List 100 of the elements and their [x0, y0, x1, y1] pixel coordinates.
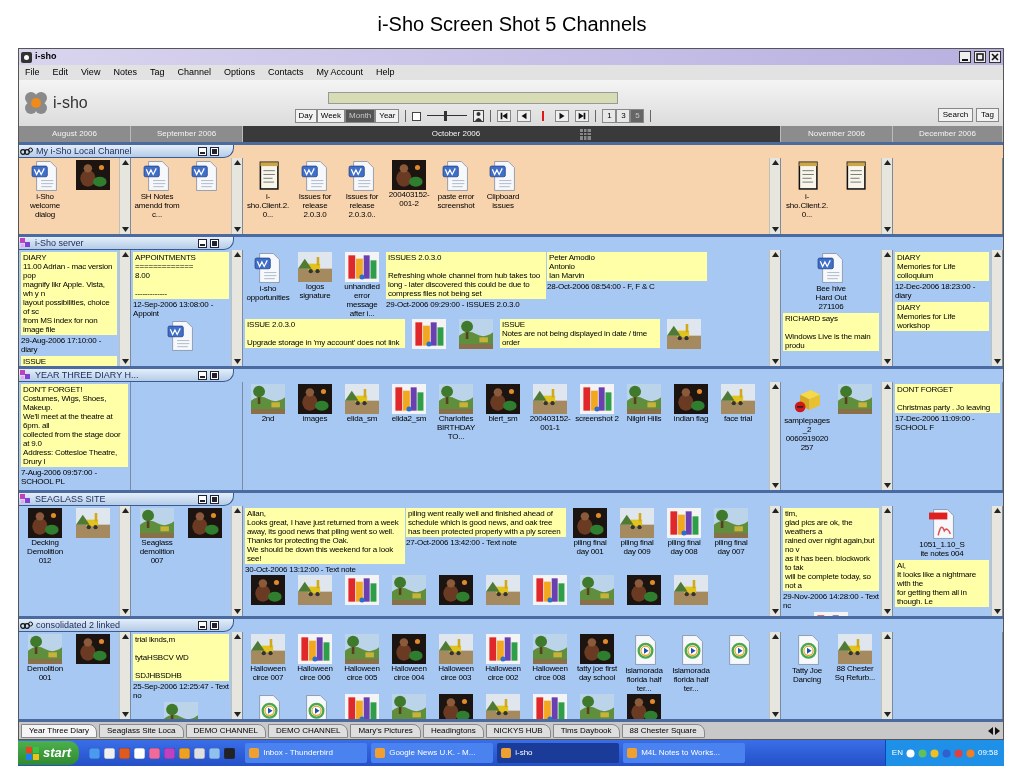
- toolbar-button[interactable]: Tag: [976, 108, 999, 122]
- minimize-icon[interactable]: [198, 146, 207, 156]
- scroll-up-icon[interactable]: [883, 634, 891, 639]
- scroll-down-icon[interactable]: [233, 227, 241, 232]
- scroll-down-icon[interactable]: [121, 227, 129, 232]
- scroll-up-icon[interactable]: [883, 508, 891, 513]
- scroll-bar[interactable]: [881, 506, 892, 616]
- item-label[interactable]: 1051_1.10_Site notes 004: [919, 540, 965, 558]
- note-text[interactable]: Peter Amodio Antonio Ian Marvin: [547, 252, 707, 281]
- note-text[interactable]: DIARY Memories for Life colloquium: [895, 252, 989, 281]
- view-tab[interactable]: Week: [316, 109, 346, 123]
- item-label[interactable]: Islamorada florida half ter...: [621, 666, 667, 693]
- previous-icon[interactable]: [517, 110, 532, 122]
- scroll-up-icon[interactable]: [233, 252, 241, 257]
- menu-item[interactable]: File: [25, 65, 40, 80]
- scroll-up-icon[interactable]: [771, 508, 779, 513]
- item-label[interactable]: Nilgiri Hills: [621, 414, 667, 423]
- menu-item[interactable]: Options: [223, 65, 255, 80]
- scroll-bar[interactable]: [769, 632, 780, 719]
- item-label[interactable]: Decking Demolition 012: [22, 538, 68, 565]
- scroll-bar[interactable]: [119, 158, 130, 234]
- scroll-bar[interactable]: [881, 250, 892, 366]
- scroll-down-icon[interactable]: [993, 359, 1001, 364]
- menu-item[interactable]: My Account: [316, 65, 364, 80]
- item-label[interactable]: piling final day 001: [567, 538, 613, 556]
- scroll-bar[interactable]: [769, 506, 780, 616]
- channel-header[interactable]: consolidated 2 linked: [19, 619, 234, 632]
- item-label[interactable]: Halloween circe 005: [339, 664, 385, 682]
- restore-icon[interactable]: [210, 620, 219, 630]
- close-icon[interactable]: [989, 51, 1001, 63]
- item-label[interactable]: i-sho opportunities: [245, 284, 291, 302]
- item-label[interactable]: screenshot 2: [574, 414, 620, 423]
- restore-icon[interactable]: [210, 146, 219, 156]
- scroll-down-icon[interactable]: [121, 712, 129, 717]
- item-label[interactable]: i-sho.Client.2.0...: [245, 192, 291, 219]
- scroll-up-icon[interactable]: [121, 160, 129, 165]
- item-label[interactable]: unhandled error message after i...: [339, 282, 385, 318]
- scroll-down-icon[interactable]: [121, 609, 129, 614]
- view-tab[interactable]: Day: [294, 109, 317, 123]
- item-label[interactable]: tatty joe first day school: [574, 664, 620, 682]
- note-text[interactable]: RICHARD says Windows Live is the main produ: [783, 313, 879, 351]
- last-icon[interactable]: [575, 110, 590, 122]
- scroll-down-icon[interactable]: [771, 483, 779, 488]
- channel-tab[interactable]: NICKYS HUB: [485, 723, 551, 738]
- channel-tab[interactable]: DEMO CHANNEL: [268, 723, 349, 738]
- scroll-bar[interactable]: [231, 158, 242, 234]
- item-label[interactable]: samplepages_2 0060919020257: [784, 416, 830, 452]
- taskbar-task[interactable]: Inbox - Thunderbird: [245, 743, 368, 763]
- scroll-bar[interactable]: [991, 506, 1002, 616]
- restore-icon[interactable]: [210, 238, 219, 248]
- item-label[interactable]: Issues for release 2.0.3.0..: [339, 192, 385, 219]
- note-text[interactable]: tim, glad pics are ok, the weathers a rained over night again,but no v as it has been. blockwork to tak will be complete today, so not a: [783, 508, 879, 591]
- channel-header[interactable]: YEAR THREE DIARY H...: [19, 369, 234, 382]
- item-label[interactable]: Clipboard issues: [480, 192, 526, 210]
- scroll-bar[interactable]: [881, 158, 892, 234]
- scroll-down-icon[interactable]: [233, 712, 241, 717]
- first-icon[interactable]: [497, 110, 512, 122]
- item-label[interactable]: i-sho.Client.2.0...: [784, 192, 830, 219]
- item-label[interactable]: Halloween circe 007: [245, 664, 291, 682]
- app-icon[interactable]: [209, 747, 221, 759]
- item-label[interactable]: Halloween circe 004: [386, 664, 432, 682]
- scroll-down-icon[interactable]: [771, 609, 779, 614]
- item-label[interactable]: blert_sm: [480, 414, 526, 423]
- minimize-icon[interactable]: [959, 51, 971, 63]
- scroll-bar[interactable]: [881, 632, 892, 719]
- item-label[interactable]: piling final day 008: [661, 538, 707, 556]
- scroll-up-icon[interactable]: [121, 508, 129, 513]
- scroll-up-icon[interactable]: [771, 634, 779, 639]
- item-label[interactable]: Halloween circe 006: [292, 664, 338, 682]
- scroll-down-icon[interactable]: [771, 359, 779, 364]
- view-tab[interactable]: Month: [345, 109, 376, 123]
- note-text[interactable]: DON'T FORGET! Costumes, Wigs, Shoes, Makeup. We'll meet at the theatre at 6pm. all collected from the stage door at 9.0 Address: Cottesloe Theatre, Drury l: [21, 384, 128, 467]
- note-text[interactable]: Allan, Looks great, I have just returned from a week away, its good news that piling went so well. Thanks for protecting the Oak. We should be down this weekend for a look see!: [245, 508, 405, 564]
- app-icon[interactable]: [134, 747, 146, 759]
- item-label[interactable]: Halloween circe 002: [480, 664, 526, 682]
- note-text[interactable]: DIARY 11.00 Adrian - mac version pop magnify likr Apple. Vista, wh y n layout possibilities, choice of sc from MS index for non image file: [21, 252, 117, 335]
- app-icon[interactable]: [224, 747, 236, 759]
- scroll-bar[interactable]: [119, 250, 130, 366]
- scroll-down-icon[interactable]: [233, 609, 241, 614]
- note-text[interactable]: ISSUE Notes are not being displayed in date / time order: [500, 319, 660, 348]
- scroll-up-icon[interactable]: [993, 508, 1001, 513]
- restore-icon[interactable]: [210, 370, 219, 380]
- scroll-up-icon[interactable]: [883, 160, 891, 165]
- tab-scroll-icon[interactable]: [987, 725, 1001, 736]
- item-label[interactable]: Demolition 001: [22, 664, 68, 682]
- scroll-down-icon[interactable]: [233, 359, 241, 364]
- scroll-bar[interactable]: [991, 250, 1002, 366]
- menu-item[interactable]: Notes: [113, 65, 137, 80]
- channel-header[interactable]: SEAGLASS SITE: [19, 493, 234, 506]
- item-label[interactable]: Tatty Joe Dancing: [784, 666, 830, 684]
- item-label[interactable]: elida2_sm: [386, 414, 432, 423]
- scroll-down-icon[interactable]: [883, 359, 891, 364]
- scroll-up-icon[interactable]: [771, 252, 779, 257]
- month-header[interactable]: October 2006: [243, 126, 781, 142]
- item-label[interactable]: 200403152-001-1: [527, 414, 573, 432]
- scroll-bar[interactable]: [119, 506, 130, 616]
- item-label[interactable]: elida_sm: [339, 414, 385, 423]
- note-text[interactable]: ISSUE 2.0.3.0 Upgrade storage in 'my account' does not link: [245, 319, 405, 348]
- note-text[interactable]: DONT FORGET Christmas party . Jo leaving: [895, 384, 1000, 413]
- channel-tab[interactable]: DEMO CHANNEL: [185, 723, 266, 738]
